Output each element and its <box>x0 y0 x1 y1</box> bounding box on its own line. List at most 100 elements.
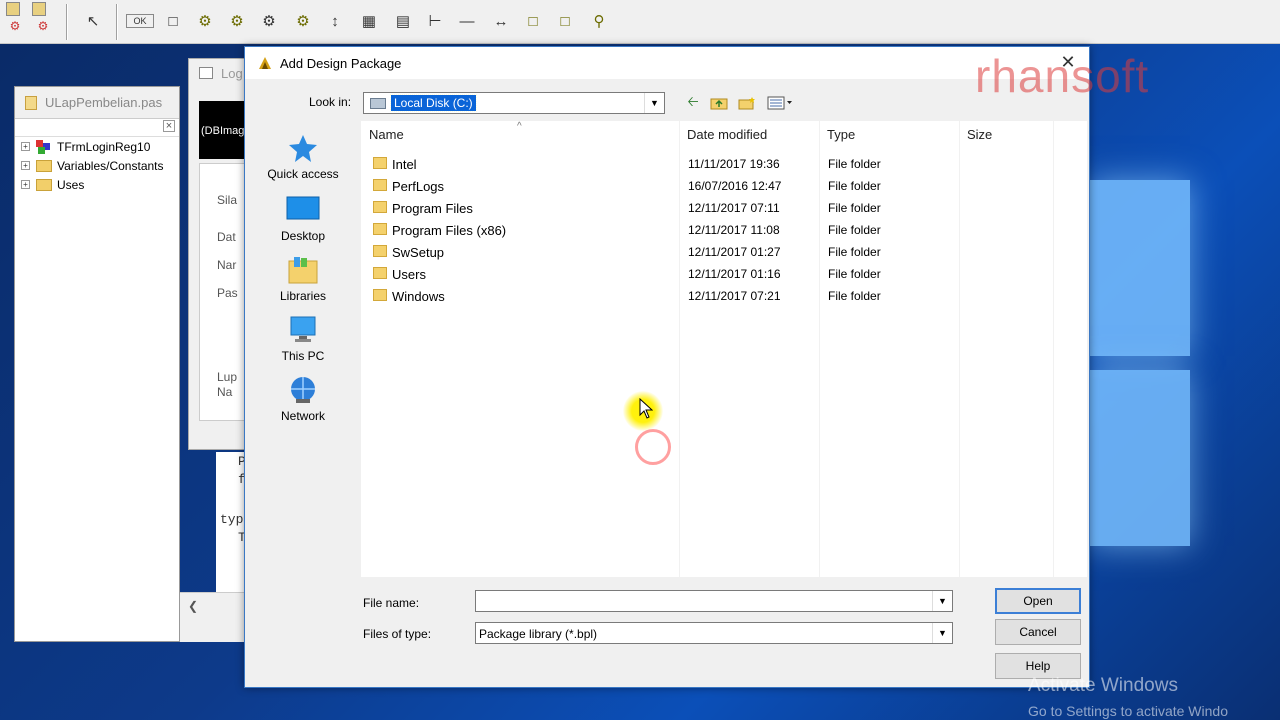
back-icon[interactable]: 🡠 <box>683 93 703 113</box>
file-row[interactable]: PerfLogs 16/07/2016 12:47 File folder <box>361 175 1087 197</box>
place-network[interactable]: Network <box>259 375 347 423</box>
file-date: 12/11/2017 01:16 <box>688 267 781 281</box>
place-quick-access[interactable]: Quick access <box>259 133 347 181</box>
file-date: 11/11/2017 19:36 <box>688 157 780 171</box>
open-button[interactable]: Open <box>995 588 1081 614</box>
expand-icon[interactable]: + <box>21 142 30 151</box>
tree-item-label: Uses <box>57 177 85 192</box>
files-of-type-dropdown[interactable]: Package library (*.bpl) ▼ <box>475 622 953 644</box>
form-label: Lup <box>217 370 238 384</box>
file-row[interactable]: Windows 12/11/2017 07:21 File folder <box>361 285 1087 307</box>
file-date: 12/11/2017 07:21 <box>688 289 781 303</box>
file-row[interactable]: Users 12/11/2017 01:16 File folder <box>361 263 1087 285</box>
file-type: File folder <box>828 245 881 259</box>
structure-pane: ULapPembelian.pas × + TFrmLoginReg10 + V… <box>14 86 180 642</box>
panel-icon[interactable]: □ <box>160 8 186 34</box>
look-in-label: Look in: <box>309 95 352 109</box>
column-header-size[interactable]: Size <box>967 127 992 142</box>
place-label: This PC <box>281 349 325 363</box>
files-of-type-label: Files of type: <box>363 627 432 641</box>
desktop-icon <box>286 195 320 225</box>
component-icon <box>36 139 52 154</box>
tree-item-label: TFrmLoginReg10 <box>57 139 151 154</box>
file-date: 16/07/2016 12:47 <box>688 179 782 193</box>
cancel-button[interactable]: Cancel <box>995 619 1081 645</box>
ok-button-icon[interactable]: OK <box>126 14 154 28</box>
file-date: 12/11/2017 11:08 <box>688 223 780 237</box>
file-name: SwSetup <box>392 245 445 260</box>
expand-icon[interactable]: + <box>21 180 30 189</box>
toolbar-tool-icon[interactable]: ⚙ <box>36 18 50 34</box>
splitter-icon[interactable]: — <box>454 8 480 34</box>
folder-icon <box>36 159 52 172</box>
spin-icon[interactable]: ↕ <box>322 8 348 34</box>
file-date: 12/11/2017 01:27 <box>688 245 781 259</box>
close-icon[interactable]: ✕ <box>1057 51 1079 73</box>
gear-icon[interactable]: ⚙ <box>224 8 250 34</box>
form-label: Na <box>217 385 233 399</box>
place-libraries[interactable]: Libraries <box>259 255 347 303</box>
view-menu-icon[interactable] <box>765 93 795 113</box>
folder-icon <box>373 267 387 279</box>
column-header-name[interactable]: Name <box>369 127 404 142</box>
place-this-pc[interactable]: This PC <box>259 315 347 363</box>
column-header-date[interactable]: Date modified <box>687 127 767 142</box>
file-name: Program Files <box>392 201 473 216</box>
dialog-titlebar[interactable]: Add Design Package <box>245 47 1089 79</box>
folder-icon <box>373 223 387 235</box>
files-of-type-value: Package library (*.bpl) <box>479 627 598 641</box>
up-folder-icon[interactable] <box>709 93 729 113</box>
file-type: File folder <box>828 289 881 303</box>
windows-logo <box>1090 180 1190 550</box>
folder-icon <box>36 178 52 191</box>
look-in-dropdown[interactable]: Local Disk (C:) ▼ <box>363 92 665 114</box>
folder-icon[interactable]: □ <box>552 8 578 34</box>
file-name-input[interactable]: ▼ <box>475 590 953 612</box>
folder-icon[interactable]: □ <box>520 8 546 34</box>
tree-item[interactable]: + Variables/Constants <box>15 156 179 175</box>
gear-icon[interactable]: ⚙ <box>192 8 218 34</box>
file-name: Program Files (x86) <box>392 223 507 238</box>
tree-item[interactable]: + TFrmLoginReg10 <box>15 137 179 156</box>
file-name: Users <box>392 267 426 282</box>
close-icon[interactable]: × <box>163 120 175 132</box>
scroll-left-icon[interactable]: ❮ <box>188 599 198 613</box>
form-label: Dat <box>217 230 236 244</box>
file-row[interactable]: SwSetup 12/11/2017 01:27 File folder <box>361 241 1087 263</box>
form-icon <box>199 67 213 79</box>
folder-icon <box>373 157 387 169</box>
toolbar-small-icon[interactable] <box>6 2 20 16</box>
network-icon <box>286 375 320 405</box>
tree-item[interactable]: + Uses <box>15 175 179 194</box>
gear-icon[interactable]: ⚙ <box>290 8 316 34</box>
delphi-app-icon <box>257 55 273 71</box>
code-scrollbar[interactable]: ❮ <box>180 592 246 642</box>
resize-icon[interactable]: ↔ <box>488 8 514 34</box>
form-label: Nar <box>217 258 237 272</box>
toolbar-tool-icon[interactable]: ⚙ <box>8 18 22 34</box>
star-icon <box>286 133 320 163</box>
search-icon[interactable]: ⚲ <box>586 8 612 34</box>
pointer-icon[interactable]: ↖ <box>80 8 106 34</box>
chevron-down-icon[interactable]: ▼ <box>932 591 952 611</box>
file-row[interactable]: Program Files (x86) 12/11/2017 11:08 Fil… <box>361 219 1087 241</box>
structure-tab[interactable]: ULapPembelian.pas <box>15 87 179 119</box>
new-folder-icon[interactable] <box>737 93 757 113</box>
file-row[interactable]: Intel 11/11/2017 19:36 File folder <box>361 153 1087 175</box>
grid-icon[interactable]: ▦ <box>356 8 382 34</box>
toolbar-small-icon[interactable] <box>32 2 46 16</box>
column-header-type[interactable]: Type <box>827 127 855 142</box>
gear-icon[interactable]: ⚙ <box>256 8 282 34</box>
tree-icon[interactable]: ⊢ <box>422 8 448 34</box>
file-row[interactable]: Program Files 12/11/2017 07:11 File fold… <box>361 197 1087 219</box>
file-list[interactable]: ^ Name Date modified Type Size Intel 11/… <box>361 121 1087 577</box>
place-desktop[interactable]: Desktop <box>259 195 347 243</box>
activate-windows-title: Activate Windows <box>1028 675 1178 696</box>
folder-icon <box>373 245 387 257</box>
click-indicator <box>635 429 671 465</box>
expand-icon[interactable]: + <box>21 161 30 170</box>
chevron-down-icon[interactable]: ▼ <box>932 623 952 643</box>
table-icon[interactable]: ▤ <box>390 8 416 34</box>
file-type: File folder <box>828 179 881 193</box>
chevron-down-icon[interactable]: ▼ <box>644 93 664 113</box>
